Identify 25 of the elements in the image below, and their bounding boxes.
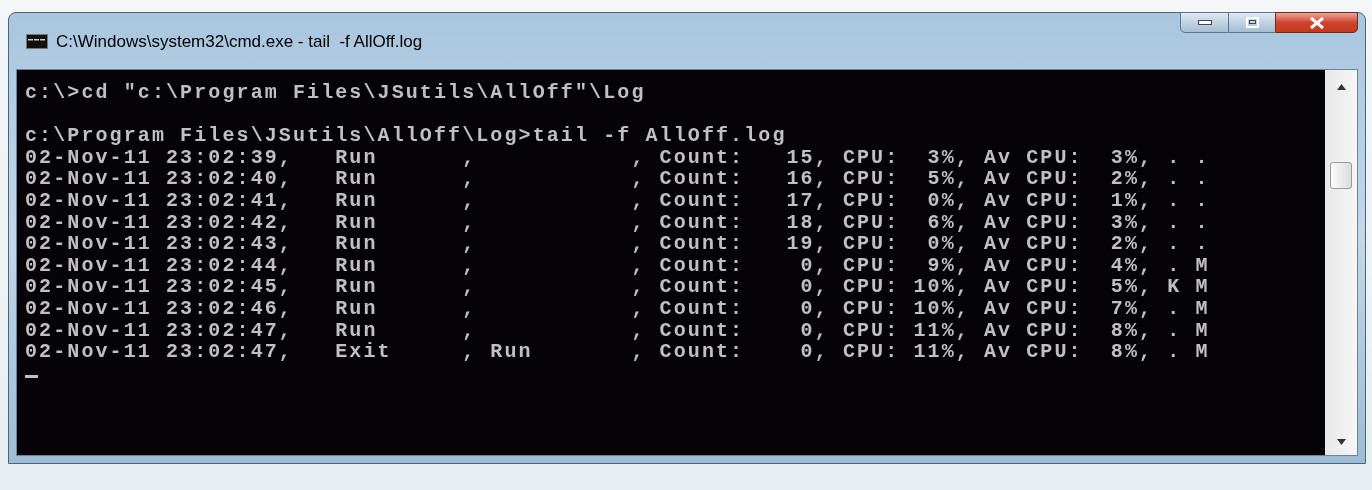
scrollbar[interactable]: [1325, 70, 1357, 455]
console-line: c:\>cd "c:\Program Files\JSutils\AllOff"\Log: [25, 82, 646, 104]
close-icon: [1308, 16, 1325, 29]
console-line: 02-Nov-11 23:02:47, Exit , Run , Count: 0, CPU: 11%, Av CPU: 8%, . M: [25, 341, 1210, 363]
minimize-icon: [1197, 20, 1212, 25]
text-cursor: [25, 375, 38, 379]
close-button[interactable]: [1275, 12, 1358, 33]
console-line: 02-Nov-11 23:02:40, Run , , Count: 16, CPU: 5%, Av CPU: 2%, . .: [25, 168, 1210, 190]
console-line: c:\Program Files\JSutils\AllOff\Log>tail -f AllOff.log: [25, 125, 787, 147]
console-line: 02-Nov-11 23:02:46, Run , , Count: 0, CPU: 10%, Av CPU: 7%, . M: [25, 297, 1210, 320]
minimize-button[interactable]: [1180, 12, 1229, 33]
console-line: 02-Nov-11 23:02:43, Run , , Count: 19, CPU: 0%, Av CPU: 2%, . .: [25, 233, 1210, 255]
console-line: 02-Nov-11 23:02:44, Run , , Count: 0, CPU: 9%, Av CPU: 4%, . M: [25, 254, 1210, 277]
maximize-icon: [1245, 17, 1259, 28]
scrollbar-thumb[interactable]: [1330, 162, 1352, 189]
maximize-button[interactable]: [1229, 12, 1275, 33]
console-line: 02-Nov-11 23:02:39, Run , , Count: 15, CPU: 3%, Av CPU: 3%, . .: [25, 146, 1210, 169]
console-line: 02-Nov-11 23:02:42, Run , , Count: 18, CPU: 6%, Av CPU: 3%, . .: [25, 211, 1210, 234]
scroll-down-arrow-icon[interactable]: [1336, 439, 1346, 445]
window-title: C:\Windows\system32\cmd.exe - tail -f AllOff.log: [56, 31, 423, 53]
scroll-up-arrow-icon[interactable]: [1336, 84, 1346, 90]
console-line: 02-Nov-11 23:02:41, Run , , Count: 17, CPU: 0%, Av CPU: 1%, . .: [25, 189, 1210, 212]
console-line: 02-Nov-11 23:02:45, Run , , Count: 0, CPU: 10%, Av CPU: 5%, K M: [25, 276, 1210, 298]
console-line: 02-Nov-11 23:02:47, Run , , Count: 0, CPU: 11%, Av CPU: 8%, . M: [25, 319, 1210, 342]
console-icon: [26, 34, 48, 50]
